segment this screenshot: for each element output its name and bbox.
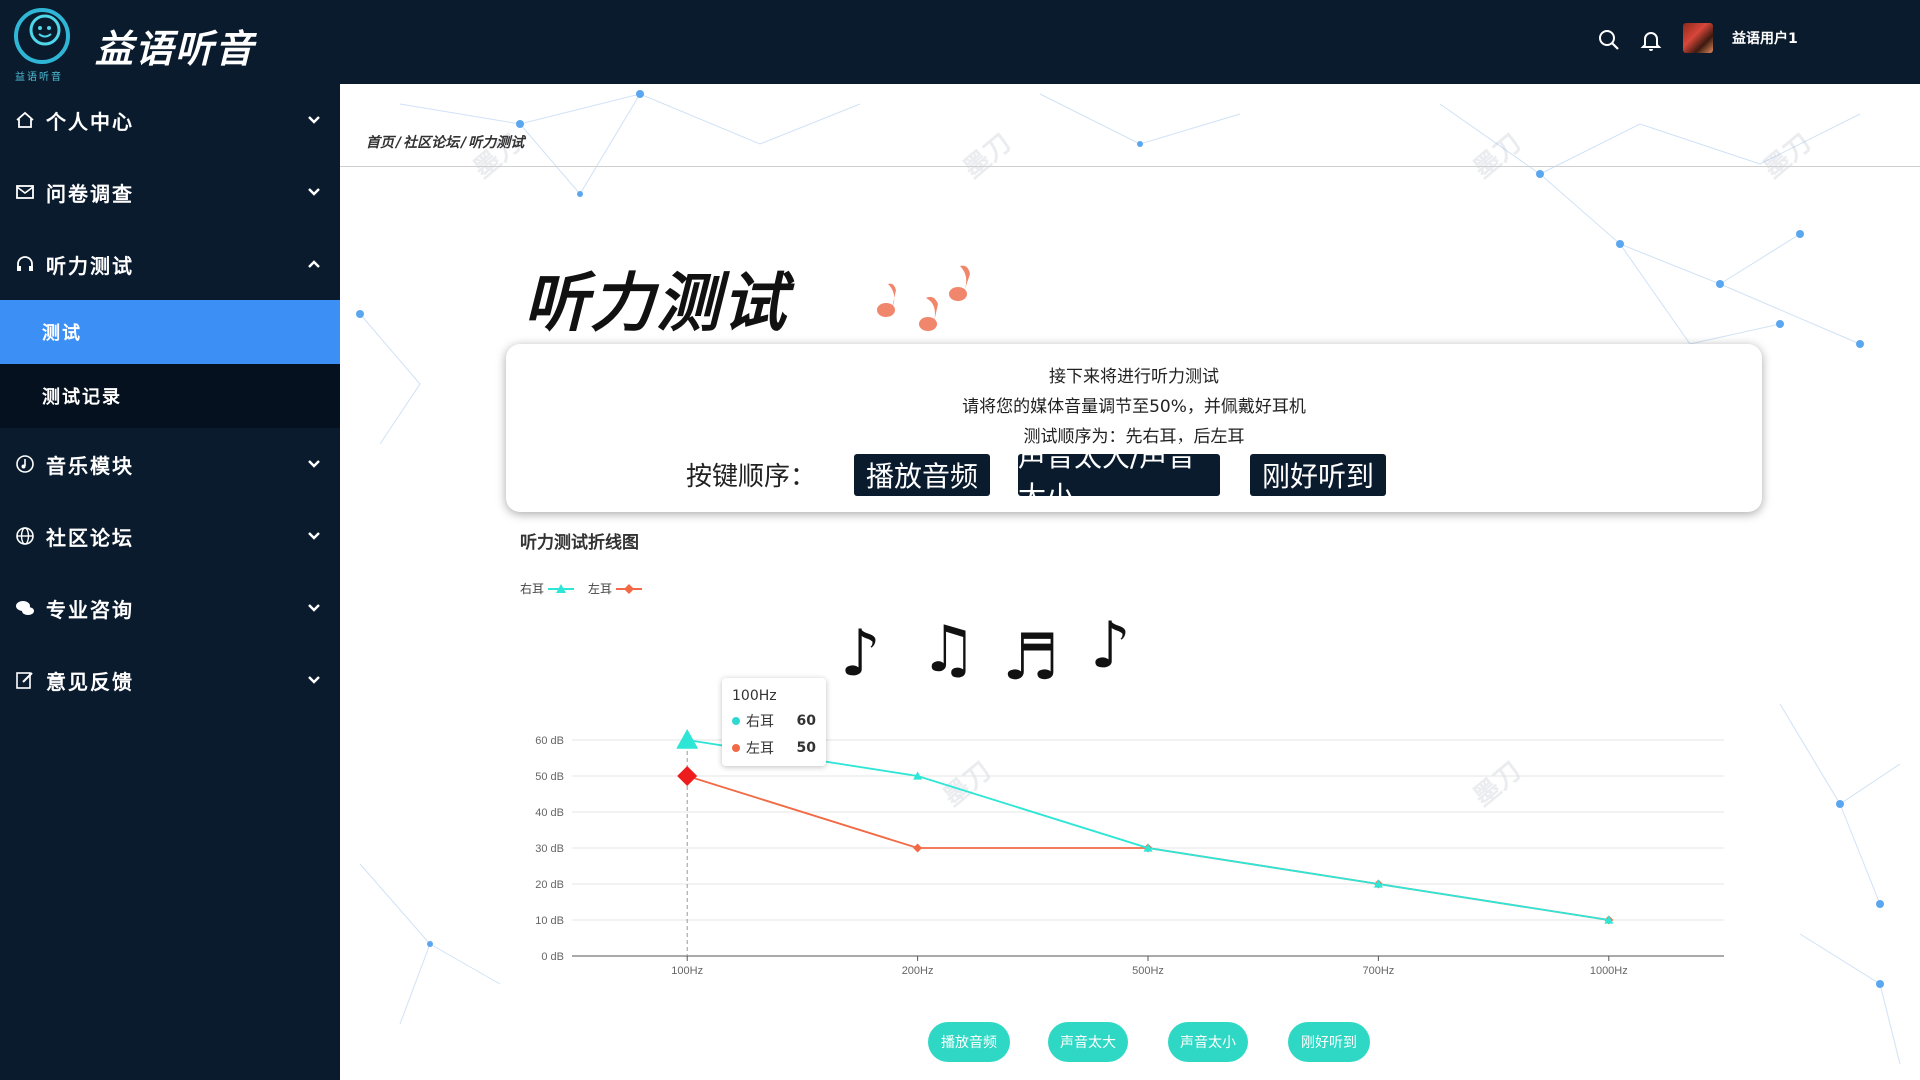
sidebar-item-personal-center[interactable]: 个人中心	[0, 84, 340, 156]
y-tick-label: 40 dB	[535, 807, 564, 819]
too-quiet-button[interactable]: 声音太小	[1168, 1022, 1248, 1062]
legend-label: 右耳	[520, 582, 545, 596]
chart-title: 听力测试折线图	[520, 533, 639, 553]
sidebar: 个人中心 问卷调查 听力测试 测试 测试记录 音乐模块 社区论坛 专业咨询 意见…	[0, 84, 340, 1080]
legend-label: 左耳	[588, 582, 613, 596]
y-tick-label: 30 dB	[535, 843, 564, 855]
instruction-card: 接下来将进行听力测试 请将您的媒体音量调节至50%，并佩戴好耳机 测试顺序为：先…	[506, 344, 1762, 513]
tooltip-value: 60	[796, 713, 816, 729]
x-tick-label: 700Hz	[1363, 965, 1395, 977]
top-header: 益语听音 益语听音 益语用户1	[0, 0, 1920, 84]
tooltip-row: 左耳 50	[732, 738, 816, 758]
brand-title: 益语听音	[95, 27, 256, 71]
sidebar-item-label: 音乐模块	[46, 453, 134, 478]
legend-item-right-ear[interactable]: 右耳	[520, 580, 575, 597]
x-tick-label: 100Hz	[671, 965, 703, 977]
y-tick-label: 0 dB	[541, 951, 564, 963]
instruction-line-2: 请将您的媒体音量调节至50%，并佩戴好耳机	[962, 397, 1306, 417]
key-play-audio: 播放音频	[854, 454, 990, 496]
sidebar-item-label: 听力测试	[46, 253, 134, 278]
data-point	[676, 729, 699, 749]
home-icon	[14, 109, 36, 131]
series-line	[687, 739, 1609, 921]
logo: 益语听音	[12, 6, 74, 83]
beamed-sixteenth-notes-icon: ♬	[1002, 621, 1060, 695]
y-tick-label: 10 dB	[535, 915, 564, 927]
main-content: 墨刀 墨刀 墨刀 墨刀 墨刀 墨刀 首页 / 社区论坛 / 听力测试 听力测试 接下来将…	[340, 84, 1920, 1080]
tooltip-series-name: 右耳	[746, 714, 774, 730]
tooltip-row: 右耳 60	[732, 711, 816, 731]
breadcrumb-forum[interactable]: 社区论坛	[403, 135, 459, 151]
tooltip-series-name: 左耳	[746, 741, 774, 757]
breadcrumb-separator: /	[461, 135, 467, 151]
x-tick-label: 500Hz	[1132, 965, 1164, 977]
sidebar-item-label: 个人中心	[46, 109, 134, 134]
eighth-note-icon: ♪	[1090, 609, 1131, 683]
breadcrumb-separator: /	[396, 135, 402, 151]
x-tick-label: 200Hz	[902, 965, 934, 977]
sidebar-item-label: 专业咨询	[46, 597, 134, 622]
chart-legend: 右耳 左耳	[520, 580, 656, 597]
just-hear-button[interactable]: 刚好听到	[1288, 1022, 1370, 1062]
tooltip-title: 100Hz	[732, 688, 777, 704]
tooltip-value: 50	[796, 740, 816, 756]
breadcrumb-current: 听力测试	[468, 135, 525, 151]
tooltip-marker	[732, 717, 740, 725]
divider	[340, 166, 1920, 167]
headphones-icon	[14, 253, 36, 275]
beamed-notes-icon: ♫	[920, 613, 978, 687]
key-order-label: 按键顺序：	[686, 462, 817, 492]
legend-item-left-ear[interactable]: 左耳	[588, 580, 643, 597]
eighth-note-icon: ♪	[840, 617, 881, 691]
chevron-down-icon	[304, 182, 324, 202]
sidebar-item-feedback[interactable]: 意见反馈	[0, 644, 340, 716]
line-chart: 0 dB 10 dB 20 dB 30 dB 40 dB 50 dB 60 dB 100Hz 2…	[535, 729, 1724, 977]
sidebar-subitem-test-records[interactable]: 测试记录	[0, 364, 340, 428]
sidebar-item-label: 意见反馈	[46, 669, 134, 694]
page-title: 听力测试	[524, 267, 788, 341]
too-loud-button[interactable]: 声音太大	[1048, 1022, 1128, 1062]
sidebar-subitem-test[interactable]: 测试	[0, 300, 340, 364]
sidebar-item-hearing-test[interactable]: 听力测试	[0, 228, 340, 300]
data-point	[913, 843, 923, 853]
chat-icon	[14, 597, 36, 619]
sidebar-item-survey[interactable]: 问卷调查	[0, 156, 340, 228]
bell-icon[interactable]	[1639, 28, 1663, 52]
sidebar-item-music[interactable]: 音乐模块	[0, 428, 340, 500]
tooltip-marker	[732, 744, 740, 752]
y-tick-label: 60 dB	[535, 735, 564, 747]
y-tick-label: 20 dB	[535, 879, 564, 891]
instruction-line-1: 接下来将进行听力测试	[1049, 367, 1219, 387]
music-note-decoration	[877, 265, 970, 331]
music-icon	[14, 453, 36, 475]
avatar[interactable]	[1683, 23, 1713, 53]
sidebar-item-consulting[interactable]: 专业咨询	[0, 572, 340, 644]
username[interactable]: 益语用户1	[1732, 28, 1798, 48]
mail-icon	[14, 181, 36, 203]
search-icon[interactable]	[1597, 28, 1621, 52]
chevron-down-icon	[304, 598, 324, 618]
x-tick-label: 1000Hz	[1590, 965, 1628, 977]
sidebar-item-label: 问卷调查	[46, 181, 134, 206]
logo-caption: 益语听音	[15, 72, 63, 83]
breadcrumb: 首页 / 社区论坛 / 听力测试	[366, 132, 524, 152]
chevron-down-icon	[304, 454, 324, 474]
data-point	[677, 766, 698, 786]
sidebar-item-label: 社区论坛	[46, 525, 134, 550]
globe-icon	[14, 525, 36, 547]
chevron-down-icon	[304, 670, 324, 690]
edit-icon	[14, 669, 36, 691]
key-just-hear: 刚好听到	[1250, 454, 1386, 496]
chevron-down-icon	[304, 110, 324, 130]
chevron-up-icon	[304, 254, 324, 274]
play-audio-button[interactable]: 播放音频	[928, 1022, 1010, 1062]
breadcrumb-home[interactable]: 首页	[366, 135, 394, 151]
key-too-loud-too-quiet: 声音太大/声音太小	[1018, 440, 1220, 513]
y-tick-label: 50 dB	[535, 771, 564, 783]
chevron-down-icon	[304, 526, 324, 546]
sidebar-item-forum[interactable]: 社区论坛	[0, 500, 340, 572]
chart-tooltip: 100Hz 右耳 60 左耳 50	[722, 678, 826, 766]
